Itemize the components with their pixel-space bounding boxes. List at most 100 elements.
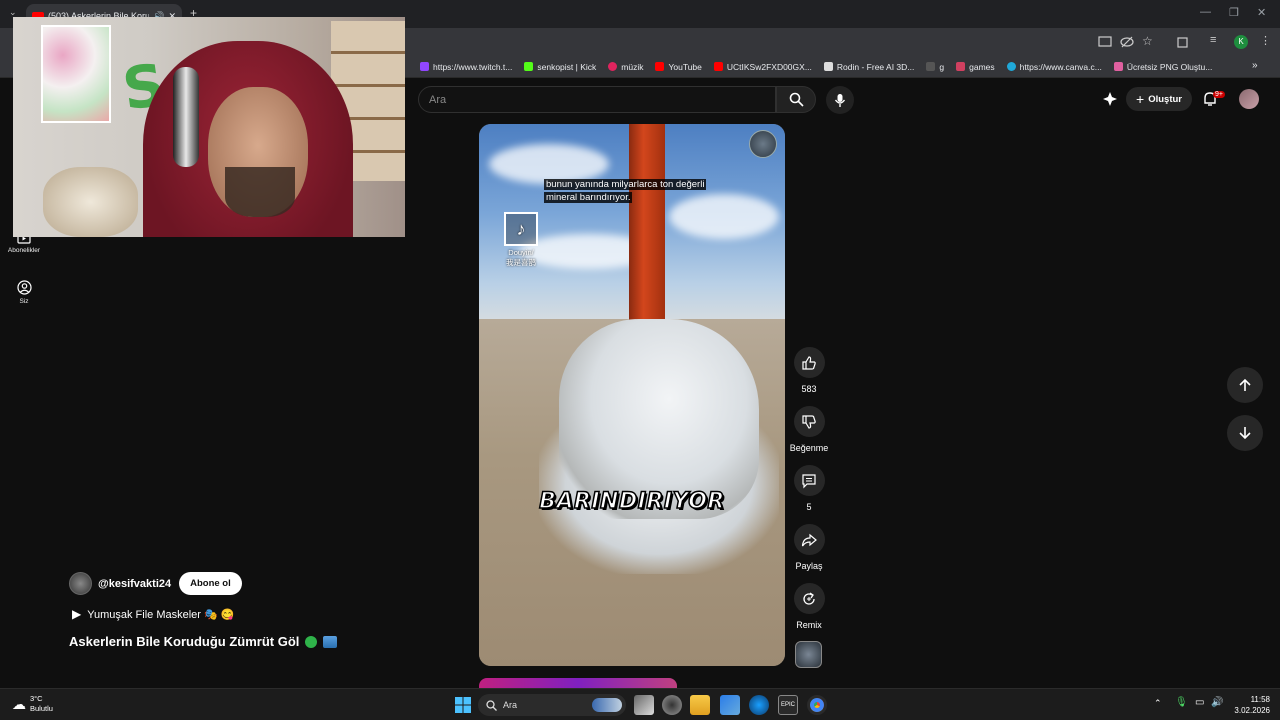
microphone-icon — [834, 93, 846, 107]
bookmark-item[interactable]: UCtIKSw2FXD00GX... — [713, 62, 812, 72]
epic-games-icon[interactable]: EPIC — [778, 695, 798, 715]
comment-icon — [802, 473, 816, 488]
bookmark-item[interactable]: games — [956, 62, 995, 72]
like-circle — [793, 347, 825, 378]
bookmark-favicon-icon — [608, 62, 618, 71]
media-control-icon[interactable]: ≡ — [1210, 34, 1216, 46]
channel-row: @kesifvakti24 Abone ol — [69, 572, 242, 595]
eye-off-icon[interactable] — [1120, 36, 1134, 48]
clock-date: 3.02.2026 — [1234, 706, 1270, 715]
thumbs-down-icon — [802, 414, 816, 429]
bookmarks-overflow-icon[interactable]: » — [1252, 60, 1258, 71]
thumbs-up-icon — [802, 355, 816, 370]
search-highlight-icon — [592, 698, 622, 712]
bookmark-label: Rodin - Free AI 3D... — [836, 61, 915, 72]
browser-menu-icon[interactable]: ⋮ — [1260, 34, 1271, 47]
bookmark-item[interactable]: https://www.twitch.t... — [420, 62, 512, 72]
video-orange-pole — [629, 124, 665, 334]
next-short-button[interactable] — [1227, 415, 1263, 451]
remix-circle — [793, 583, 825, 614]
bookmark-item[interactable]: https://www.canva.c... — [1006, 62, 1102, 72]
copilot-icon[interactable] — [662, 695, 682, 715]
voice-search-button[interactable] — [826, 86, 854, 114]
extensions-icon[interactable] — [1176, 35, 1189, 48]
task-view-icon[interactable] — [634, 695, 654, 715]
channel-name[interactable]: @kesifvakti24 — [98, 578, 171, 590]
lake-emoji-icon — [323, 635, 338, 648]
bookmark-favicon-icon — [956, 62, 966, 71]
close-window-icon[interactable]: ✕ — [1257, 6, 1266, 19]
restore-icon[interactable]: ❐ — [1229, 6, 1239, 19]
shorts-video-player[interactable]: bunun yanında milyarlarca ton değerli mi… — [479, 124, 785, 666]
video-subtitle-word: BARINDIRIYOR — [538, 488, 725, 515]
clock-time: 11:58 — [1250, 695, 1270, 704]
ai-sparkle-icon[interactable] — [1102, 91, 1118, 107]
video-title: Askerlerin Bile Koruduğu Zümrüt Göl — [69, 634, 300, 649]
weather-widget[interactable]: ☁ 3°C Bulutlu — [12, 694, 53, 714]
microsoft-store-icon[interactable] — [720, 695, 740, 715]
search-input[interactable]: Ara — [418, 86, 776, 113]
bookmark-label: senkopist | Kick — [537, 61, 597, 72]
video-cloud — [489, 144, 609, 184]
bookmark-favicon-icon — [655, 62, 665, 71]
account-avatar[interactable] — [1239, 89, 1259, 109]
taskbar-clock[interactable]: 11:58 3.02.2026 — [1226, 694, 1270, 716]
create-label: Oluştur — [1148, 93, 1182, 105]
notification-count-badge: 9+ — [1213, 91, 1225, 98]
steam-icon[interactable] — [749, 695, 769, 715]
subscribe-button[interactable]: Abone ol — [179, 572, 242, 595]
volume-tray-icon[interactable]: 🔊 — [1211, 697, 1223, 708]
share-button[interactable]: Paylaş — [788, 524, 830, 571]
bookmark-label: müzik — [621, 61, 644, 72]
sidebar-item-you[interactable]: Siz — [4, 280, 44, 305]
bookmark-star-icon[interactable]: ☆ — [1142, 34, 1153, 48]
bookmark-favicon-icon — [524, 62, 534, 71]
wall-poster — [41, 25, 111, 123]
watermark-sub: 我是喜鹊 — [506, 258, 536, 267]
green-circle-emoji-icon — [305, 635, 318, 648]
sidebar-label: Siz — [19, 298, 29, 305]
remix-button[interactable]: Remix — [788, 583, 830, 630]
microphone-tray-icon[interactable]: 🎙 — [1175, 697, 1188, 708]
comments-button[interactable]: 5 — [788, 465, 830, 512]
taskbar-search-box[interactable]: Ara — [478, 694, 626, 716]
music-row[interactable]: ▶ Yumuşak File Maskeler 🎭 😋 — [72, 607, 234, 621]
dislike-button[interactable]: Beğenme — [788, 406, 830, 453]
tray-chevron-icon[interactable]: ⌃ — [1154, 698, 1162, 709]
cushion — [43, 167, 138, 237]
share-circle — [793, 524, 825, 555]
like-button[interactable]: 583 — [788, 347, 830, 394]
display-tray-icon[interactable]: ▭ — [1195, 697, 1204, 708]
create-button[interactable]: + Oluştur — [1126, 87, 1192, 111]
bookmark-label: https://www.twitch.t... — [433, 61, 513, 72]
bookmark-favicon-icon — [926, 62, 936, 71]
music-title: Yumuşak File Maskeler 🎭 😋 — [87, 608, 235, 621]
bookmark-item[interactable]: g — [926, 62, 944, 72]
file-explorer-icon[interactable] — [690, 695, 710, 715]
dislike-circle — [793, 406, 825, 437]
profile-icon[interactable]: K — [1234, 35, 1248, 49]
video-caption: bunun yanında milyarlarca ton değerli mi… — [544, 179, 724, 204]
video-channel-logo — [749, 130, 777, 158]
dislike-label: Beğenme — [789, 443, 829, 453]
minimize-icon[interactable]: — — [1200, 6, 1211, 18]
bookmark-item[interactable]: senkopist | Kick — [524, 62, 596, 72]
previous-short-button[interactable] — [1227, 367, 1263, 403]
headset — [173, 67, 199, 167]
windows-start-icon[interactable] — [455, 697, 471, 713]
taskbar-search-icon — [486, 699, 497, 711]
search-button[interactable] — [776, 86, 816, 113]
chrome-icon[interactable] — [807, 695, 827, 715]
bookmark-item[interactable]: YouTube — [655, 61, 702, 72]
bookmark-favicon-icon — [713, 62, 723, 71]
channel-avatar[interactable] — [69, 572, 92, 595]
sound-source-thumbnail[interactable] — [795, 641, 822, 668]
like-count: 583 — [801, 384, 817, 394]
play-icon: ▶ — [72, 607, 82, 621]
bookmark-item[interactable]: Ücretsiz PNG Oluştu... — [1113, 62, 1212, 72]
bookmark-label: YouTube — [668, 61, 702, 72]
bookmark-item[interactable]: Rodin - Free AI 3D... — [823, 61, 915, 72]
bookmark-item[interactable]: müzik — [608, 62, 643, 72]
cast-icon[interactable] — [1098, 36, 1112, 48]
video-title-row: Askerlerin Bile Koruduğu Zümrüt Göl — [69, 634, 338, 649]
